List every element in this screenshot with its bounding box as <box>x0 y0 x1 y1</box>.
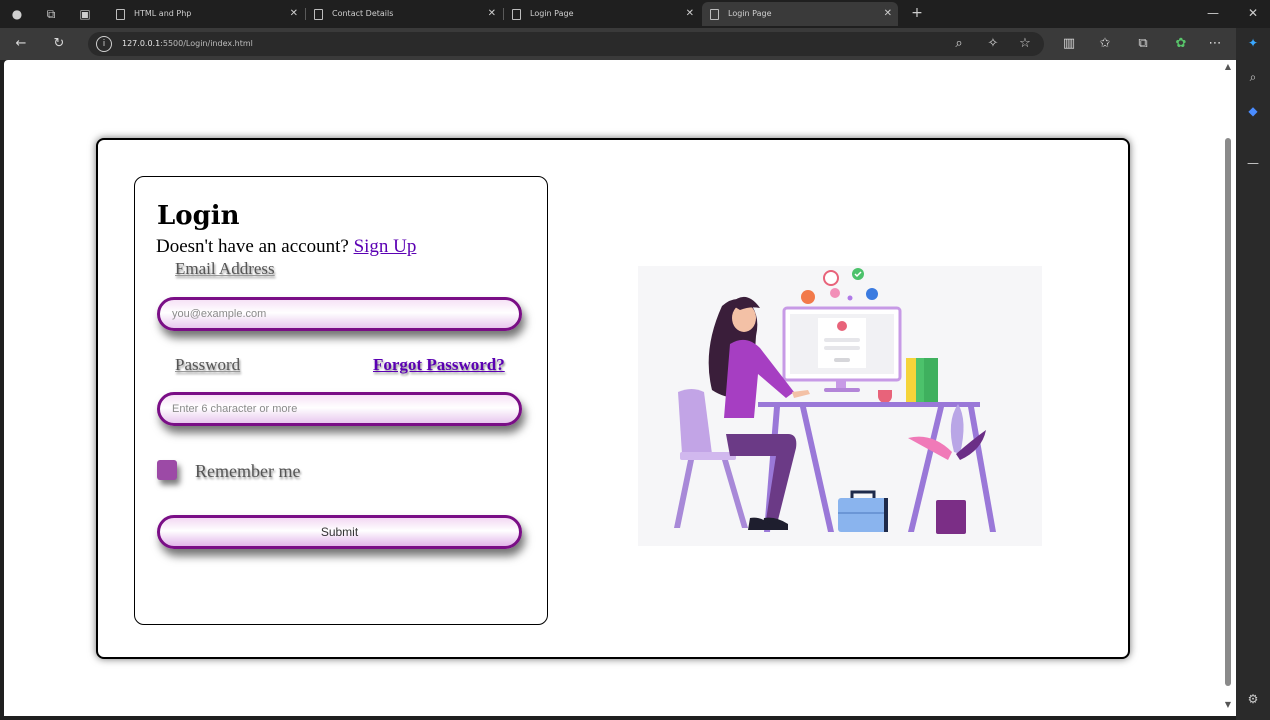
close-icon[interactable]: ✕ <box>290 2 298 26</box>
remember-me-checkbox[interactable] <box>157 460 177 480</box>
login-form-card: Login Doesn't have an account? Sign Up E… <box>134 176 548 625</box>
tab-login-page-active[interactable]: Login Page ✕ <box>702 2 898 26</box>
page-icon <box>512 9 521 20</box>
login-container: Login Doesn't have an account? Sign Up E… <box>96 138 1130 659</box>
page-viewport: Login Doesn't have an account? Sign Up E… <box>4 60 1220 716</box>
forgot-password-link[interactable]: Forgot Password? <box>373 355 505 375</box>
tab-actions-icon[interactable]: ▣ <box>76 5 94 23</box>
shopping-icon[interactable]: ◆ <box>1244 102 1262 120</box>
signup-prompt: Doesn't have an account? Sign Up <box>156 236 416 258</box>
password-label: Password <box>175 355 241 374</box>
tab-title: HTML and Php <box>134 9 192 18</box>
password-field[interactable] <box>157 392 522 426</box>
url-host: 127.0.0.1 <box>122 39 161 48</box>
zoom-icon[interactable]: ⌕ <box>950 35 968 53</box>
url-path: :5500/Login/index.html <box>160 39 253 48</box>
tab-contact-details[interactable]: Contact Details ✕ <box>306 2 502 26</box>
favorites-icon[interactable]: ✩ <box>1096 35 1114 53</box>
scroll-down-icon[interactable]: ▼ <box>1223 700 1233 710</box>
submit-button[interactable]: Submit <box>157 515 522 549</box>
close-icon[interactable]: ✕ <box>686 2 694 26</box>
remember-me-label: Remember me <box>195 461 301 481</box>
close-icon[interactable]: ✕ <box>488 2 496 26</box>
settings-gear-icon[interactable]: ⚙ <box>1244 690 1262 708</box>
back-icon[interactable]: ← <box>12 35 30 53</box>
scroll-up-icon[interactable]: ▲ <box>1223 62 1233 72</box>
page-icon <box>710 9 719 20</box>
page-icon <box>314 9 323 20</box>
new-tab-icon[interactable]: + <box>908 4 926 22</box>
email-field[interactable] <box>157 297 522 331</box>
signup-prompt-text: Doesn't have an account? <box>156 236 349 257</box>
page-icon <box>116 9 125 20</box>
page-scrollbar[interactable]: ▲ ▼ <box>1220 60 1236 716</box>
scroll-thumb[interactable] <box>1225 138 1231 686</box>
favorite-star-icon[interactable]: ☆ <box>1016 35 1034 53</box>
tab-title: Contact Details <box>332 9 394 18</box>
collections-icon[interactable]: ⧉ <box>1134 35 1152 53</box>
tab-login-page[interactable]: Login Page ✕ <box>504 2 700 26</box>
more-menu-icon[interactable]: ⋯ <box>1206 35 1224 53</box>
refresh-icon[interactable]: ↻ <box>50 35 68 53</box>
tab-html-and-php[interactable]: HTML and Php ✕ <box>108 2 304 26</box>
split-screen-icon[interactable]: ▥ <box>1060 35 1078 53</box>
address-url: 127.0.0.1:5500/Login/index.html <box>122 32 253 56</box>
edge-sidebar: ✦ ⌕ ◆ — ⚙ <box>1236 28 1270 720</box>
login-title: Login <box>157 201 240 231</box>
minimize-icon[interactable]: — <box>1204 4 1222 22</box>
address-bar[interactable]: i 127.0.0.1:5500/Login/index.html ⌕ ✧ ☆ <box>88 32 1044 56</box>
browser-toolbar: ← ↻ i 127.0.0.1:5500/Login/index.html ⌕ … <box>0 28 1236 60</box>
profile-avatar-icon[interactable]: ● <box>8 5 26 23</box>
close-window-icon[interactable]: ✕ <box>1244 4 1262 22</box>
site-info-icon[interactable]: i <box>96 36 112 52</box>
add-sidebar-icon[interactable]: — <box>1244 154 1262 172</box>
signup-link[interactable]: Sign Up <box>354 236 417 257</box>
workspaces-icon[interactable]: ⧉ <box>42 5 60 23</box>
search-icon[interactable]: ⌕ <box>1244 68 1262 86</box>
tab-title: Login Page <box>728 9 772 18</box>
woman-at-desk-illustration <box>674 268 996 534</box>
read-aloud-icon[interactable]: ✧ <box>984 35 1002 53</box>
tab-title: Login Page <box>530 9 574 18</box>
extension-icon[interactable]: ✿ <box>1172 35 1190 53</box>
copilot-icon[interactable]: ✦ <box>1244 34 1262 52</box>
close-icon[interactable]: ✕ <box>884 2 892 26</box>
email-label: Email Address <box>175 259 275 278</box>
login-illustration <box>638 266 1042 546</box>
browser-tab-strip: ● ⧉ ▣ HTML and Php ✕ Contact Details ✕ L… <box>0 0 1270 28</box>
